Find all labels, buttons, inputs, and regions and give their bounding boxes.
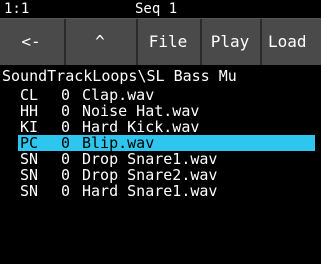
file-row[interactable]: KI 0 Hard Kick.wav — [0, 119, 321, 135]
file-tag: SN — [20, 166, 39, 184]
file-row[interactable]: HH 0 Noise Hat.wav — [0, 103, 321, 119]
step-position: 1:1 — [4, 1, 30, 17]
file-tag: PC — [20, 134, 39, 152]
file-row[interactable]: SN 0 Drop Snare2.wav — [0, 167, 321, 183]
file-tag: SN — [20, 182, 39, 200]
file-number: 0 — [61, 182, 71, 200]
current-path: SoundTrackLoops\SL Bass Mu — [2, 67, 237, 85]
file-name: Drop Snare1.wav — [82, 150, 218, 168]
file-name: Clap.wav — [82, 86, 155, 104]
file-number: 0 — [61, 150, 71, 168]
file-number: 0 — [61, 86, 71, 104]
sequence-title: Seq 1 — [135, 1, 178, 17]
file-name: Noise Hat.wav — [82, 102, 200, 120]
file-list: CL 0 Clap.wav HH 0 Noise Hat.wav KI 0 Ha… — [0, 87, 321, 199]
file-number: 0 — [61, 118, 71, 136]
back-button[interactable]: <- — [0, 19, 62, 65]
file-name: Blip.wav — [82, 134, 155, 152]
file-name: Hard Snare1.wav — [82, 182, 218, 200]
toolbar: <- ^ File Play Load — [0, 19, 321, 65]
up-directory-button[interactable]: ^ — [64, 19, 134, 65]
file-tag: SN — [20, 150, 39, 168]
play-button[interactable]: Play — [200, 19, 258, 65]
file-row[interactable]: CL 0 Clap.wav — [0, 87, 321, 103]
file-tag: KI — [20, 118, 39, 136]
file-row-selected[interactable]: PC 0 Blip.wav — [0, 135, 321, 151]
file-number: 0 — [61, 102, 71, 120]
file-button[interactable]: File — [136, 19, 198, 65]
file-number: 0 — [61, 166, 71, 184]
status-bar: 1:1 Seq 1 — [0, 0, 321, 18]
file-name: Hard Kick.wav — [82, 118, 200, 136]
load-button[interactable]: Load — [260, 19, 321, 65]
file-tag: HH — [20, 102, 39, 120]
file-name: Drop Snare2.wav — [82, 166, 218, 184]
file-row[interactable]: SN 0 Hard Snare1.wav — [0, 183, 321, 199]
file-row[interactable]: SN 0 Drop Snare1.wav — [0, 151, 321, 167]
file-number: 0 — [61, 134, 71, 152]
file-tag: CL — [20, 86, 39, 104]
